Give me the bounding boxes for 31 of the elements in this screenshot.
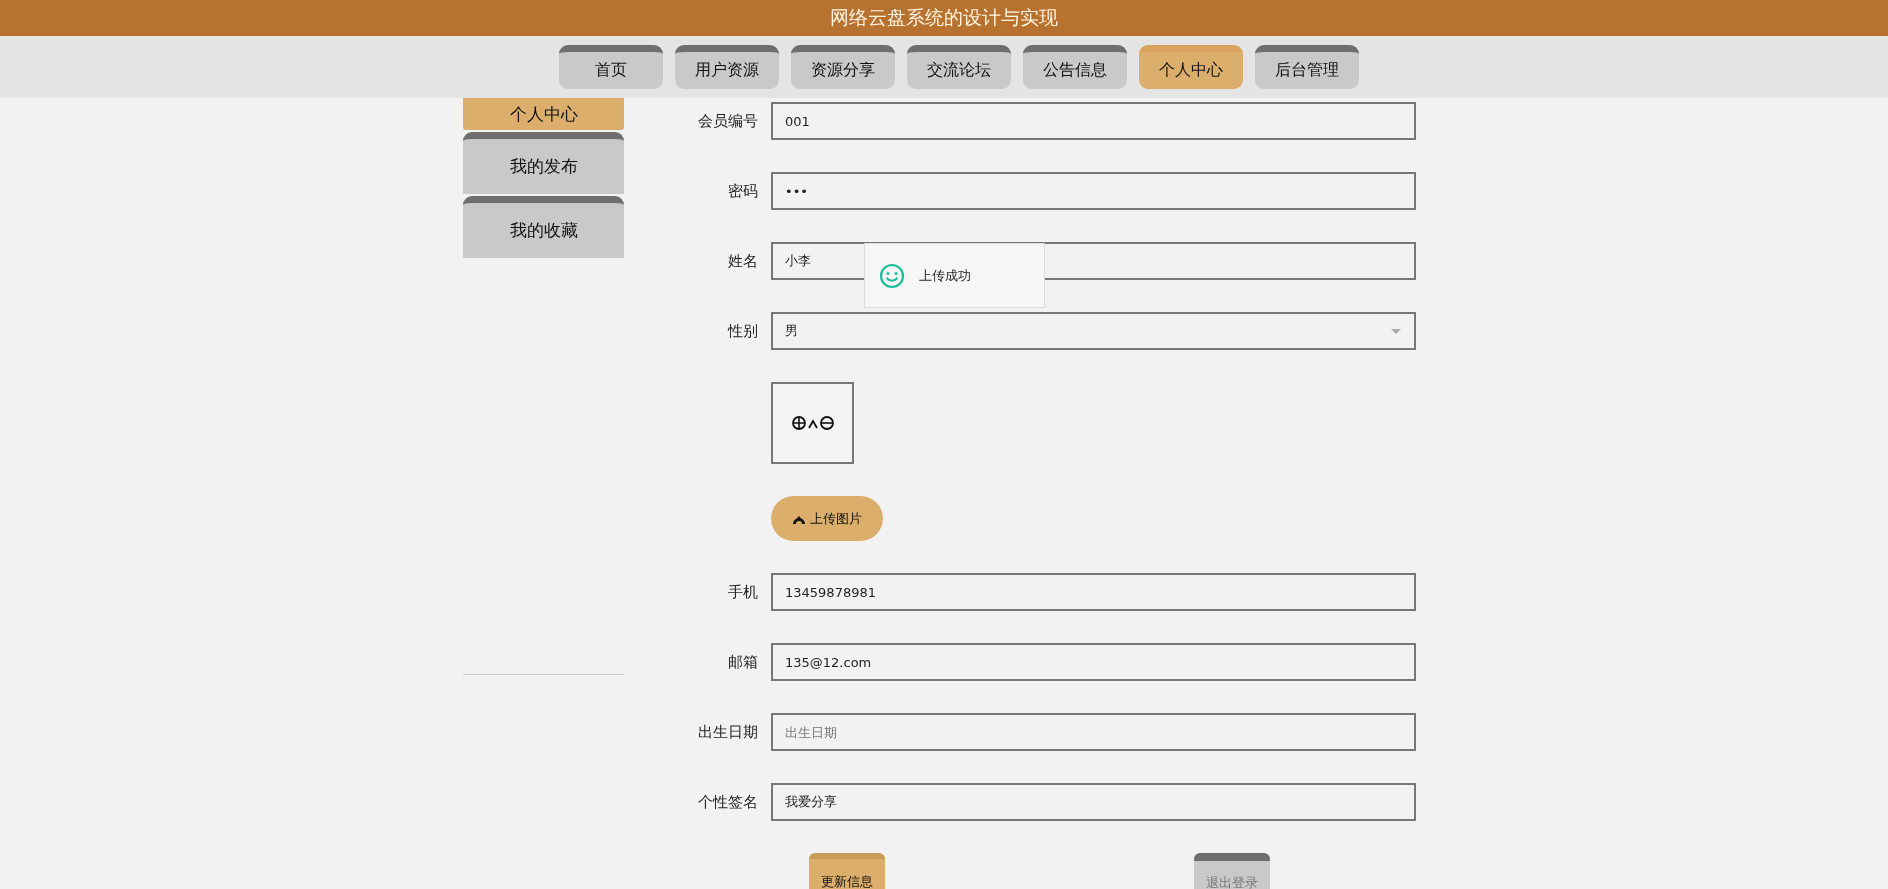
- nav-tab[interactable]: 个人中心: [1139, 45, 1243, 89]
- input-field[interactable]: 001: [771, 102, 1416, 140]
- site-title: 网络云盘系统的设计与实现: [830, 5, 1058, 30]
- input-field[interactable]: 13459878981: [771, 573, 1416, 611]
- caret-icon: [1390, 327, 1402, 335]
- field-label: 出生日期: [698, 722, 758, 741]
- nav-tab[interactable]: 交流论坛: [907, 45, 1011, 89]
- input-field[interactable]: 135@12.com: [771, 643, 1416, 681]
- placeholder-image-icon: [790, 413, 835, 433]
- sidebar-item[interactable]: 个人中心: [463, 98, 624, 130]
- field-label: 个性签名: [698, 792, 758, 811]
- input-field[interactable]: •••: [771, 172, 1416, 210]
- select-field[interactable]: 男: [771, 312, 1416, 350]
- sidebar-item[interactable]: 我的发布: [463, 132, 624, 194]
- nav-tab[interactable]: 公告信息: [1023, 45, 1127, 89]
- smiley-icon: [879, 262, 905, 289]
- input-field[interactable]: 出生日期: [771, 713, 1416, 751]
- sidebar-item[interactable]: 我的收藏: [463, 196, 624, 258]
- nav-tab[interactable]: 首页: [559, 45, 663, 89]
- input-field[interactable]: 我爱分享: [771, 783, 1416, 821]
- nav-tab[interactable]: 用户资源: [675, 45, 779, 89]
- field-label: 姓名: [728, 251, 758, 270]
- field-label: 邮箱: [728, 652, 758, 671]
- upload-button[interactable]: 上传图片: [771, 496, 883, 541]
- field-label: 密码: [728, 181, 758, 200]
- field-label: 会员编号: [698, 111, 758, 130]
- field-label: 手机: [728, 582, 758, 601]
- update-button[interactable]: 更新信息: [809, 853, 885, 889]
- nav-tab[interactable]: 资源分享: [791, 45, 895, 89]
- nav-tab[interactable]: 后台管理: [1255, 45, 1359, 89]
- field-label: 性别: [728, 321, 758, 340]
